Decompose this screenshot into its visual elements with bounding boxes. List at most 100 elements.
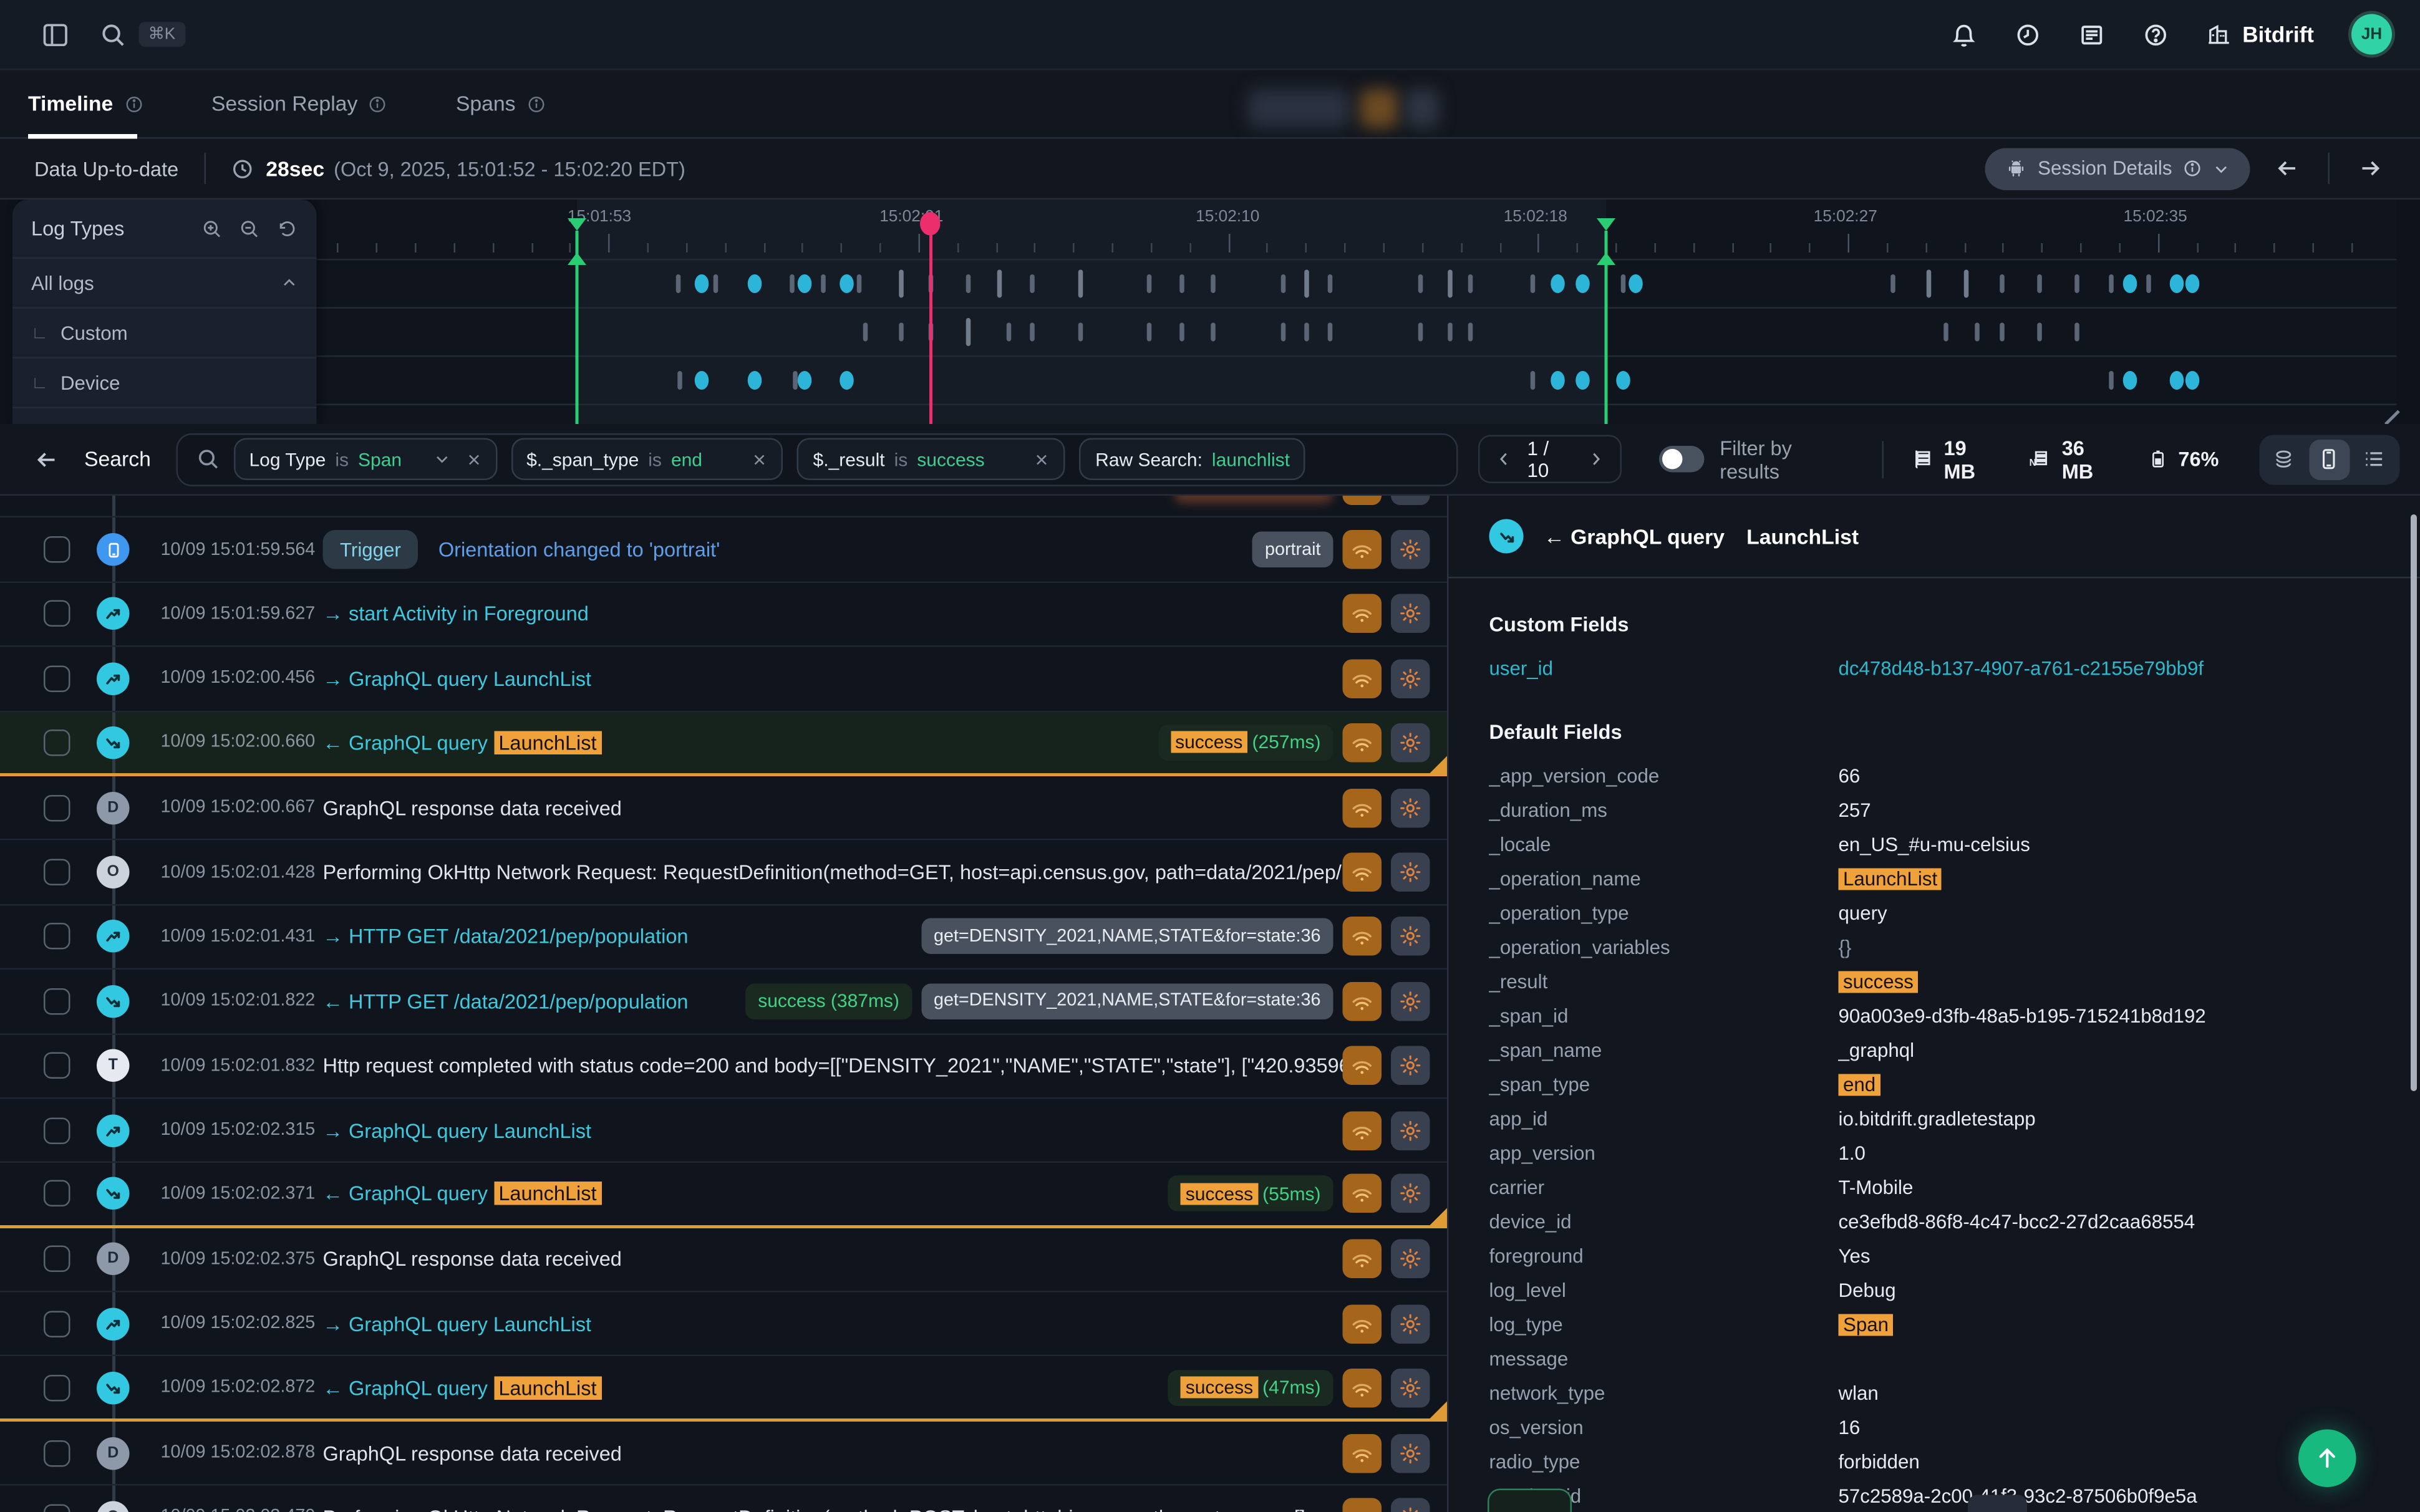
log-event-bar[interactable] bbox=[1974, 322, 1979, 340]
stream-log-button[interactable] bbox=[1343, 1498, 1382, 1512]
log-event-bar[interactable] bbox=[1211, 274, 1216, 292]
log-event-bar[interactable] bbox=[1281, 322, 1286, 340]
log-event-bar[interactable] bbox=[1304, 322, 1309, 340]
stream-log-button[interactable] bbox=[1343, 1175, 1382, 1214]
session-range-start-marker[interactable] bbox=[575, 231, 578, 424]
log-event-dot[interactable] bbox=[798, 370, 813, 389]
log-event-bar[interactable] bbox=[678, 370, 683, 389]
page-scrollbar-thumb[interactable] bbox=[2411, 514, 2417, 1091]
filter-by-results-toggle[interactable] bbox=[1658, 446, 1704, 473]
log-row-partial-top[interactable] bbox=[0, 496, 1447, 518]
log-event-dot[interactable] bbox=[694, 274, 709, 292]
log-event-bar[interactable] bbox=[793, 370, 798, 389]
log-row[interactable]: D10/09 15:02:02.878GraphQL response data… bbox=[0, 1422, 1447, 1486]
stream-log-button[interactable] bbox=[1343, 1240, 1382, 1279]
flare-log-button[interactable] bbox=[1391, 1240, 1430, 1279]
prev-result-icon[interactable] bbox=[1496, 451, 1513, 468]
raw-search-chip[interactable]: Raw Search: launchlist bbox=[1080, 438, 1305, 481]
log-event-bar[interactable] bbox=[2036, 274, 2041, 292]
stream-log-button[interactable] bbox=[1343, 1433, 1382, 1473]
flare-log-button[interactable] bbox=[1391, 853, 1430, 892]
log-row[interactable]: 10/09 15:02:00.456→ GraphQL query Launch… bbox=[0, 647, 1447, 711]
view-mode-device-button[interactable] bbox=[2309, 439, 2350, 479]
log-type-row-custom[interactable]: ∟Custom bbox=[12, 307, 317, 357]
log-event-bar[interactable] bbox=[1419, 274, 1424, 292]
stream-log-button[interactable] bbox=[1343, 723, 1382, 762]
log-event-bar[interactable] bbox=[1999, 322, 2004, 340]
log-event-bar[interactable] bbox=[1469, 322, 1474, 340]
log-event-dot[interactable] bbox=[1629, 274, 1643, 292]
log-type-row-device[interactable]: ∟Device bbox=[12, 357, 317, 407]
log-row[interactable]: 10/09 15:02:02.371← GraphQL queryLaunchL… bbox=[0, 1163, 1447, 1228]
log-event-bar[interactable] bbox=[1146, 322, 1151, 340]
log-event-bar[interactable] bbox=[1448, 322, 1453, 340]
flare-log-button[interactable] bbox=[1391, 1498, 1430, 1512]
search-icon[interactable] bbox=[100, 21, 127, 48]
row-checkbox[interactable] bbox=[44, 1440, 70, 1466]
flare-log-button[interactable] bbox=[1391, 788, 1430, 827]
row-checkbox[interactable] bbox=[44, 794, 70, 821]
log-event-dot[interactable] bbox=[2185, 370, 2200, 389]
changelog-icon[interactable] bbox=[2079, 21, 2106, 48]
flare-log-button[interactable] bbox=[1391, 1433, 1430, 1473]
next-result-icon[interactable] bbox=[1587, 451, 1604, 468]
row-checkbox[interactable] bbox=[44, 1504, 70, 1512]
log-event-dot[interactable] bbox=[1551, 274, 1566, 292]
log-event-bar[interactable] bbox=[1007, 322, 1012, 340]
tab-session-replay[interactable]: Session Replay bbox=[211, 70, 387, 138]
flare-log-button[interactable] bbox=[1391, 530, 1430, 569]
log-event-bar[interactable] bbox=[1448, 269, 1453, 297]
log-row[interactable]: 10/09 15:02:02.315→ GraphQL query Launch… bbox=[0, 1099, 1447, 1163]
log-event-bar[interactable] bbox=[2109, 274, 2114, 292]
scroll-to-top-button[interactable] bbox=[2298, 1430, 2356, 1488]
log-event-dot[interactable] bbox=[1616, 370, 1630, 389]
reset-zoom-icon[interactable] bbox=[276, 218, 298, 239]
flare-log-button[interactable] bbox=[1391, 982, 1430, 1021]
log-type-row-lifecycle[interactable]: ∟Lifecycle bbox=[12, 407, 317, 425]
row-checkbox[interactable] bbox=[44, 988, 70, 1015]
log-event-bar[interactable] bbox=[1327, 274, 1332, 292]
search-filter-input[interactable]: Log TypeisSpan$._span_typeisend$._result… bbox=[176, 433, 1459, 486]
remove-filter-icon[interactable] bbox=[1035, 451, 1050, 467]
flare-log-button[interactable] bbox=[1391, 1110, 1430, 1150]
playhead-marker[interactable] bbox=[929, 231, 932, 424]
row-checkbox[interactable] bbox=[44, 1181, 70, 1208]
log-row[interactable]: O10/09 15:02:03.470Performing OkHttp Net… bbox=[0, 1486, 1447, 1512]
row-checkbox[interactable] bbox=[44, 1311, 70, 1337]
log-row[interactable]: D10/09 15:02:00.667GraphQL response data… bbox=[0, 776, 1447, 840]
help-icon[interactable] bbox=[2142, 21, 2169, 48]
log-event-bar[interactable] bbox=[1078, 269, 1083, 297]
user-avatar[interactable]: JH bbox=[2351, 14, 2392, 55]
collapse-chevron-icon[interactable] bbox=[281, 274, 298, 292]
view-mode-stack-button[interactable] bbox=[2264, 439, 2305, 479]
stream-log-button[interactable] bbox=[1343, 659, 1382, 698]
chevron-down-icon[interactable] bbox=[433, 451, 450, 468]
log-event-dot[interactable] bbox=[748, 370, 763, 389]
log-event-bar[interactable] bbox=[2109, 370, 2114, 389]
log-event-bar[interactable] bbox=[966, 317, 970, 345]
flare-log-button[interactable] bbox=[1391, 659, 1430, 698]
history-clock-icon[interactable] bbox=[2015, 21, 2041, 48]
log-event-bar[interactable] bbox=[1999, 274, 2004, 292]
log-event-bar[interactable] bbox=[857, 274, 862, 292]
log-event-bar[interactable] bbox=[1419, 322, 1424, 340]
log-event-bar[interactable] bbox=[1943, 322, 1948, 340]
flare-log-button[interactable] bbox=[1391, 1046, 1430, 1086]
log-row[interactable]: 10/09 15:01:59.627→ start Activity in Fo… bbox=[0, 582, 1447, 647]
log-event-bar[interactable] bbox=[863, 322, 868, 340]
detail-partial-button-left[interactable] bbox=[1488, 1489, 1572, 1512]
log-row[interactable]: D10/09 15:02:02.375GraphQL response data… bbox=[0, 1228, 1447, 1292]
flare-log-button[interactable] bbox=[1391, 496, 1430, 504]
filter-chip-3[interactable]: $._resultissuccess bbox=[798, 438, 1066, 481]
stream-log-button[interactable] bbox=[1343, 1110, 1382, 1150]
log-event-bar[interactable] bbox=[1963, 269, 1968, 297]
log-event-bar[interactable] bbox=[1179, 274, 1184, 292]
view-mode-list-button[interactable] bbox=[2355, 439, 2395, 479]
row-checkbox[interactable] bbox=[44, 923, 70, 950]
flare-log-button[interactable] bbox=[1391, 1368, 1430, 1407]
log-event-bar[interactable] bbox=[1620, 274, 1625, 292]
row-checkbox[interactable] bbox=[44, 859, 70, 886]
stream-log-button[interactable] bbox=[1343, 1304, 1382, 1344]
log-event-dot[interactable] bbox=[2185, 274, 2200, 292]
log-event-dot[interactable] bbox=[2123, 370, 2137, 389]
